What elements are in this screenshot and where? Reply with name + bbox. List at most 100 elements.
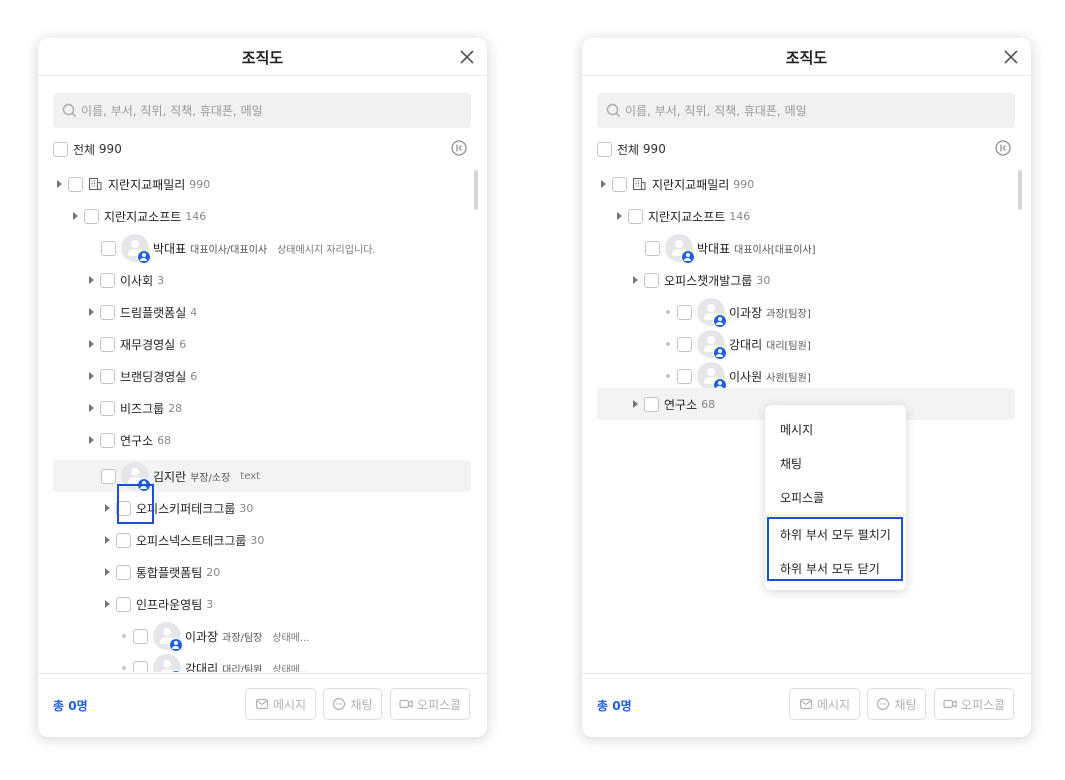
- collapse-panel-icon[interactable]: [451, 140, 467, 156]
- node-checkbox[interactable]: [84, 208, 99, 224]
- menu-item-chat[interactable]: 채팅: [780, 455, 802, 472]
- node-checkbox[interactable]: [677, 304, 692, 320]
- tree-node-person[interactable]: 강대리 대리/팀원 상태메...: [53, 652, 471, 672]
- tree-node-org[interactable]: 지란지교패밀리 990: [597, 168, 1015, 200]
- node-count: 30: [239, 501, 254, 515]
- node-checkbox[interactable]: [677, 368, 692, 384]
- tree-node-person[interactable]: 이과장 과장[팀장]: [597, 296, 1015, 328]
- org-chart-panel-left: 조직도 전체 990 지란지교패밀리 990 지란지교소프트 146 박대표 대…: [38, 38, 487, 737]
- chat-button-label: 채팅: [350, 697, 373, 712]
- expand-arrow-icon[interactable]: [633, 276, 638, 284]
- node-checkbox[interactable]: [100, 336, 115, 352]
- menu-item-officecall[interactable]: 오피스콜: [780, 489, 824, 506]
- node-checkbox[interactable]: [644, 396, 659, 412]
- node-checkbox[interactable]: [116, 532, 131, 548]
- expand-arrow-icon[interactable]: [89, 436, 94, 444]
- tree-node-person[interactable]: 박대표 대표이사/대표이사 상태메시지 자리입니다.: [53, 232, 471, 264]
- expand-arrow-icon[interactable]: [89, 308, 94, 316]
- expand-arrow-icon[interactable]: [601, 180, 606, 188]
- node-checkbox[interactable]: [677, 336, 692, 352]
- expand-arrow-icon[interactable]: [105, 536, 110, 544]
- node-checkbox[interactable]: [644, 272, 659, 288]
- officecall-button[interactable]: 오피스콜: [934, 688, 1014, 720]
- close-icon[interactable]: [1003, 49, 1019, 65]
- node-checkbox[interactable]: [100, 400, 115, 416]
- tree-node-dept[interactable]: 지란지교소프트 146: [53, 200, 471, 232]
- node-checkbox[interactable]: [101, 468, 116, 484]
- expand-arrow-icon[interactable]: [57, 180, 62, 188]
- node-checkbox[interactable]: [101, 240, 116, 256]
- node-checkbox[interactable]: [68, 176, 83, 192]
- node-checkbox[interactable]: [100, 272, 115, 288]
- node-name: 연구소: [120, 433, 154, 448]
- select-all-checkbox[interactable]: [53, 141, 68, 157]
- close-icon[interactable]: [459, 49, 475, 65]
- tree-node-dept[interactable]: 연구소 68: [53, 424, 471, 456]
- tree-node-dept[interactable]: 인프라운영팀 3: [53, 588, 471, 620]
- tree-node-dept[interactable]: 오피스넥스트테크그룹 30: [53, 524, 471, 556]
- expand-arrow-icon[interactable]: [105, 504, 110, 512]
- panel-title: 조직도: [241, 49, 284, 67]
- tree-node-dept[interactable]: 오피스챗개발그룹 30: [597, 264, 1015, 296]
- tree-node-dept[interactable]: 비즈그룹 28: [53, 392, 471, 424]
- tree-node-dept[interactable]: 지란지교소프트 146: [597, 200, 1015, 232]
- node-count: 68: [701, 397, 716, 411]
- person-status: 상태메시지 자리입니다.: [277, 244, 376, 256]
- expand-arrow-icon[interactable]: [73, 212, 78, 220]
- expand-arrow-icon[interactable]: [89, 372, 94, 380]
- chat-icon: [877, 697, 890, 711]
- expand-arrow-icon[interactable]: [89, 340, 94, 348]
- expand-arrow-icon[interactable]: [89, 404, 94, 412]
- panel-footer: 총 0명 메시지 채팅 오피스콜: [582, 673, 1031, 737]
- expand-arrow-icon[interactable]: [89, 276, 94, 284]
- tree-node-dept[interactable]: 오피스키퍼테크그룹 30: [53, 492, 471, 524]
- node-checkbox[interactable]: [645, 240, 660, 256]
- collapse-panel-icon[interactable]: [995, 140, 1011, 156]
- avatar: [697, 362, 727, 392]
- menu-item-expand-all[interactable]: 하위 부서 모두 펼치기: [780, 526, 891, 543]
- tree-node-dept[interactable]: 통합플랫폼팀 20: [53, 556, 471, 588]
- tree-node-person[interactable]: 박대표 대표이사[대표이사]: [597, 232, 1015, 264]
- expand-arrow-icon[interactable]: [633, 400, 638, 408]
- node-checkbox[interactable]: [100, 368, 115, 384]
- building-icon: [632, 177, 646, 191]
- node-checkbox[interactable]: [116, 564, 131, 580]
- message-button[interactable]: 메시지: [245, 688, 316, 720]
- node-checkbox[interactable]: [628, 208, 643, 224]
- node-checkbox[interactable]: [612, 176, 627, 192]
- scrollbar[interactable]: [1018, 170, 1022, 210]
- tree-node-dept[interactable]: 드림플랫폼실 4: [53, 296, 471, 328]
- video-camera-icon: [399, 699, 413, 709]
- node-checkbox[interactable]: [133, 660, 148, 672]
- context-menu: 메시지 채팅 오피스콜 하위 부서 모두 펼치기 하위 부서 모두 닫기: [765, 405, 906, 590]
- expand-arrow-icon[interactable]: [105, 600, 110, 608]
- menu-item-message[interactable]: 메시지: [780, 421, 813, 438]
- tree-node-person[interactable]: 강대리 대리[팀원]: [597, 328, 1015, 360]
- tree-node-org[interactable]: 지란지교패밀리 990: [53, 168, 471, 200]
- search-input[interactable]: [81, 93, 461, 128]
- tree-node-person-selected[interactable]: 김지란 부장/소장 text: [53, 460, 471, 492]
- tree-node-dept[interactable]: 브랜딩경영실 6: [53, 360, 471, 392]
- expand-arrow-icon[interactable]: [617, 212, 622, 220]
- expand-arrow-icon[interactable]: [105, 568, 110, 576]
- chat-button[interactable]: 채팅: [323, 688, 382, 720]
- leaf-dot-icon: [666, 342, 670, 346]
- search-input[interactable]: [625, 93, 1005, 128]
- select-all-checkbox[interactable]: [597, 141, 612, 157]
- chat-button[interactable]: 채팅: [867, 688, 926, 720]
- scrollbar[interactable]: [474, 170, 478, 210]
- node-checkbox[interactable]: [116, 596, 131, 612]
- officecall-button[interactable]: 오피스콜: [390, 688, 470, 720]
- tree-node-dept[interactable]: 재무경영실 6: [53, 328, 471, 360]
- tree-node-person[interactable]: 이과장 과장/팀장 상태메...: [53, 620, 471, 652]
- node-checkbox[interactable]: [133, 628, 148, 644]
- person-position: 대표이사/대표이사: [190, 244, 268, 256]
- tree-node-dept[interactable]: 이사회 3: [53, 264, 471, 296]
- node-checkbox[interactable]: [116, 500, 131, 516]
- user-badge-icon: [137, 250, 151, 264]
- menu-item-collapse-all[interactable]: 하위 부서 모두 닫기: [780, 560, 880, 577]
- node-checkbox[interactable]: [100, 304, 115, 320]
- node-checkbox[interactable]: [100, 432, 115, 448]
- person-position: 대표이사[대표이사]: [734, 244, 816, 256]
- message-button[interactable]: 메시지: [789, 688, 860, 720]
